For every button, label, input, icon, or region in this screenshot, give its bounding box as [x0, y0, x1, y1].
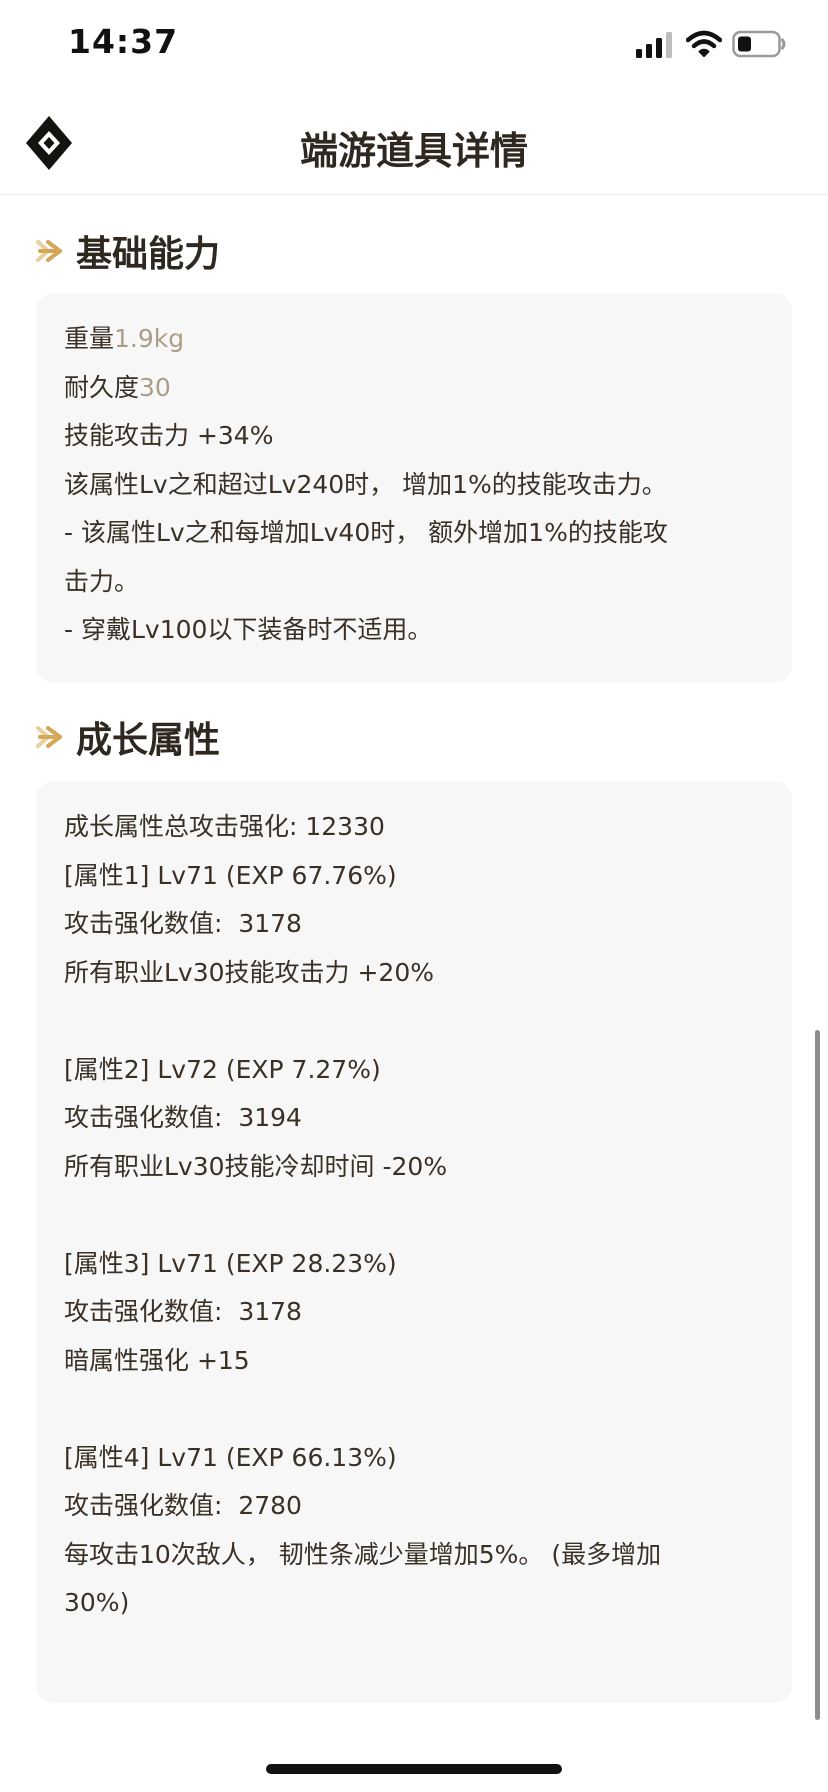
- home-indicator[interactable]: [266, 1764, 562, 1774]
- attr-attack: 攻击强化数值: 2780: [64, 1491, 302, 1520]
- page-title: 端游道具详情: [299, 129, 528, 173]
- attr-attack: 攻击强化数值: 3178: [64, 909, 302, 938]
- attr-header: [属性1] Lv71 (EXP 67.76%): [64, 860, 397, 890]
- growth-attributes-card: 成长属性总攻击强化: 12330 [属性1] Lv71 (EXP 67.76%)…: [36, 781, 792, 1703]
- weight-value: 1.9kg: [114, 324, 185, 353]
- attr-effect: 暗属性强化 +15: [64, 1345, 250, 1375]
- attr-header: [属性4] Lv71 (EXP 66.13%): [64, 1442, 397, 1472]
- basic-line: - 穿戴Lv100以下装备时不适用。: [64, 615, 433, 644]
- attr-attack: 攻击强化数值: 3194: [64, 1103, 302, 1132]
- attr-effect: 30%): [64, 1588, 130, 1617]
- status-bar: 14:37: [0, 0, 828, 90]
- section-title-growth: 成长属性: [76, 720, 221, 761]
- attr-header: [属性2] Lv72 (EXP 7.27%): [64, 1054, 381, 1084]
- basic-line: 击力。: [64, 566, 140, 596]
- basic-line: 技能攻击力 +34%: [64, 421, 274, 450]
- battery-icon: [732, 30, 786, 58]
- durability-value: 30: [139, 372, 171, 402]
- durability-row: 耐久度30: [64, 364, 764, 413]
- basic-ability-card: 重量1.9kg 耐久度30 技能攻击力 +34% 该属性Lv之和超过Lv240时…: [36, 293, 792, 683]
- double-chevron-right-icon: [36, 726, 62, 748]
- attr-attack: 攻击强化数值: 3178: [64, 1297, 302, 1326]
- growth-total: 成长属性总攻击强化: 12330: [64, 812, 385, 841]
- attr-effect: 所有职业Lv30技能冷却时间 -20%: [64, 1151, 448, 1181]
- wifi-icon: [686, 30, 722, 57]
- weight-label: 重量: [64, 324, 115, 353]
- section-title-basic: 基础能力: [76, 234, 221, 275]
- durability-label: 耐久度: [64, 372, 140, 402]
- basic-line: 该属性Lv之和超过Lv240时， 增加1%的技能攻击力。: [64, 469, 667, 499]
- attr-effect: 所有职业Lv30技能攻击力 +20%: [64, 957, 434, 987]
- app-header: 端游道具详情: [0, 90, 828, 195]
- signal-icon: [636, 32, 672, 58]
- double-chevron-right-icon: [36, 240, 62, 262]
- attr-effect: 每攻击10次敌人， 韧性条减少量增加5%。 (最多增加: [64, 1539, 662, 1569]
- weight-row: 重量1.9kg: [64, 315, 764, 364]
- status-time: 14:37: [68, 22, 179, 61]
- basic-line: - 该属性Lv之和每增加Lv40时， 额外增加1%的技能攻: [64, 518, 668, 547]
- section-heading-basic: 基础能力: [34, 226, 220, 276]
- attr-header: [属性3] Lv71 (EXP 28.23%): [64, 1248, 397, 1278]
- scrollbar[interactable]: [815, 1030, 820, 1720]
- section-heading-growth: 成长属性: [34, 712, 220, 762]
